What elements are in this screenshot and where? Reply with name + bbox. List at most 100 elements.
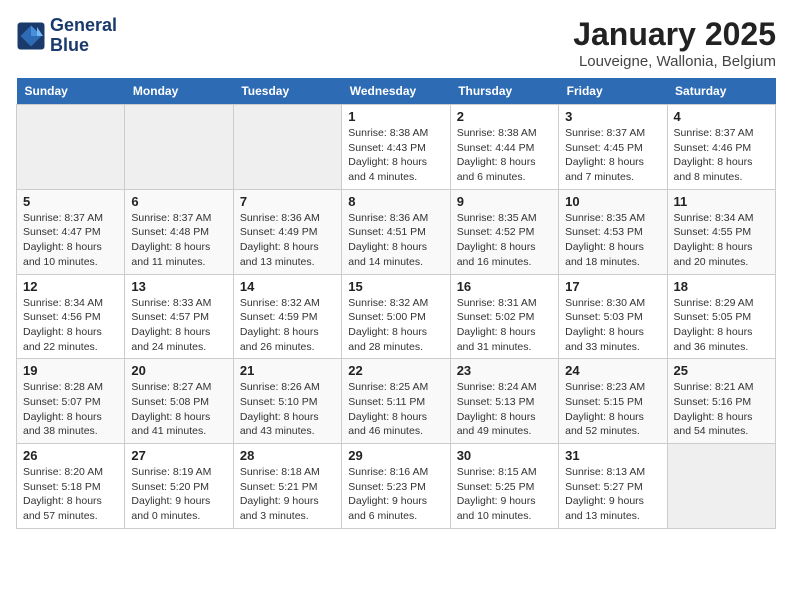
calendar-cell: 17 Sunrise: 8:30 AM Sunset: 5:03 PM Dayli… xyxy=(559,274,667,359)
day-info: Sunrise: 8:26 AM Sunset: 5:10 PM Dayligh… xyxy=(240,380,335,439)
calendar-cell: 8 Sunrise: 8:36 AM Sunset: 4:51 PM Daylig… xyxy=(342,189,450,274)
day-info: Sunrise: 8:27 AM Sunset: 5:08 PM Dayligh… xyxy=(131,380,226,439)
calendar-cell: 29 Sunrise: 8:16 AM Sunset: 5:23 PM Dayli… xyxy=(342,444,450,529)
day-info: Sunrise: 8:25 AM Sunset: 5:11 PM Dayligh… xyxy=(348,380,443,439)
calendar-cell: 3 Sunrise: 8:37 AM Sunset: 4:45 PM Daylig… xyxy=(559,105,667,190)
day-number: 15 xyxy=(348,279,443,294)
day-info: Sunrise: 8:24 AM Sunset: 5:13 PM Dayligh… xyxy=(457,380,552,439)
calendar-cell: 4 Sunrise: 8:37 AM Sunset: 4:46 PM Daylig… xyxy=(667,105,775,190)
day-number: 2 xyxy=(457,109,552,124)
day-info: Sunrise: 8:20 AM Sunset: 5:18 PM Dayligh… xyxy=(23,465,118,524)
calendar-week: 1 Sunrise: 8:38 AM Sunset: 4:43 PM Daylig… xyxy=(17,105,776,190)
calendar-cell: 13Sunrise: 8:33 AM Sunset: 4:57 PM Dayli… xyxy=(125,274,233,359)
day-info: Sunrise: 8:34 AM Sunset: 4:55 PM Dayligh… xyxy=(674,211,769,270)
day-info: Sunrise: 8:30 AM Sunset: 5:03 PM Dayligh… xyxy=(565,296,660,355)
day-number: 13 xyxy=(131,279,226,294)
calendar-cell: 24Sunrise: 8:23 AM Sunset: 5:15 PM Dayli… xyxy=(559,359,667,444)
calendar-cell xyxy=(17,105,125,190)
day-info: Sunrise: 8:16 AM Sunset: 5:23 PM Dayligh… xyxy=(348,465,443,524)
day-info: Sunrise: 8:18 AM Sunset: 5:21 PM Dayligh… xyxy=(240,465,335,524)
day-number: 19 xyxy=(23,363,118,378)
calendar-cell: 27 Sunrise: 8:19 AM Sunset: 5:20 PM Dayli… xyxy=(125,444,233,529)
day-info: Sunrise: 8:37 AM Sunset: 4:46 PM Dayligh… xyxy=(674,126,769,185)
day-number: 31 xyxy=(565,448,660,463)
day-info: Sunrise: 8:28 AM Sunset: 5:07 PM Dayligh… xyxy=(23,380,118,439)
calendar-cell: 20 Sunrise: 8:27 AM Sunset: 5:08 PM Dayli… xyxy=(125,359,233,444)
calendar-cell: 28Sunrise: 8:18 AM Sunset: 5:21 PM Dayli… xyxy=(233,444,341,529)
calendar-cell: 26 Sunrise: 8:20 AM Sunset: 5:18 PM Dayli… xyxy=(17,444,125,529)
calendar-table: SundayMondayTuesdayWednesdayThursdayFrid… xyxy=(16,78,776,529)
calendar-cell: 11 Sunrise: 8:34 AM Sunset: 4:55 PM Dayli… xyxy=(667,189,775,274)
calendar-cell xyxy=(125,105,233,190)
day-number: 20 xyxy=(131,363,226,378)
calendar-cell: 18 Sunrise: 8:29 AM Sunset: 5:05 PM Dayli… xyxy=(667,274,775,359)
calendar-body: 1 Sunrise: 8:38 AM Sunset: 4:43 PM Daylig… xyxy=(17,105,776,529)
day-info: Sunrise: 8:35 AM Sunset: 4:53 PM Dayligh… xyxy=(565,211,660,270)
day-number: 11 xyxy=(674,194,769,209)
day-info: Sunrise: 8:38 AM Sunset: 4:43 PM Dayligh… xyxy=(348,126,443,185)
day-info: Sunrise: 8:29 AM Sunset: 5:05 PM Dayligh… xyxy=(674,296,769,355)
day-number: 7 xyxy=(240,194,335,209)
weekday-header: Thursday xyxy=(450,78,558,105)
calendar-cell: 22Sunrise: 8:25 AM Sunset: 5:11 PM Dayli… xyxy=(342,359,450,444)
weekday-header: Tuesday xyxy=(233,78,341,105)
calendar-cell: 5Sunrise: 8:37 AM Sunset: 4:47 PM Daylig… xyxy=(17,189,125,274)
day-number: 4 xyxy=(674,109,769,124)
calendar-cell: 19 Sunrise: 8:28 AM Sunset: 5:07 PM Dayli… xyxy=(17,359,125,444)
day-info: Sunrise: 8:38 AM Sunset: 4:44 PM Dayligh… xyxy=(457,126,552,185)
calendar-cell xyxy=(667,444,775,529)
day-info: Sunrise: 8:23 AM Sunset: 5:15 PM Dayligh… xyxy=(565,380,660,439)
day-number: 16 xyxy=(457,279,552,294)
calendar-cell: 9Sunrise: 8:35 AM Sunset: 4:52 PM Daylig… xyxy=(450,189,558,274)
weekday-header: Saturday xyxy=(667,78,775,105)
calendar-subtitle: Louveigne, Wallonia, Belgium xyxy=(573,53,776,70)
calendar-cell: 21 Sunrise: 8:26 AM Sunset: 5:10 PM Dayli… xyxy=(233,359,341,444)
day-info: Sunrise: 8:37 AM Sunset: 4:47 PM Dayligh… xyxy=(23,211,118,270)
day-number: 30 xyxy=(457,448,552,463)
day-info: Sunrise: 8:36 AM Sunset: 4:49 PM Dayligh… xyxy=(240,211,335,270)
title-block: January 2025 Louveigne, Wallonia, Belgiu… xyxy=(573,16,776,70)
day-info: Sunrise: 8:32 AM Sunset: 5:00 PM Dayligh… xyxy=(348,296,443,355)
day-number: 1 xyxy=(348,109,443,124)
day-info: Sunrise: 8:31 AM Sunset: 5:02 PM Dayligh… xyxy=(457,296,552,355)
day-number: 18 xyxy=(674,279,769,294)
logo-text: General Blue xyxy=(50,16,117,56)
day-info: Sunrise: 8:19 AM Sunset: 5:20 PM Dayligh… xyxy=(131,465,226,524)
day-number: 17 xyxy=(565,279,660,294)
day-info: Sunrise: 8:37 AM Sunset: 4:48 PM Dayligh… xyxy=(131,211,226,270)
calendar-cell: 10 Sunrise: 8:35 AM Sunset: 4:53 PM Dayli… xyxy=(559,189,667,274)
calendar-cell: 12 Sunrise: 8:34 AM Sunset: 4:56 PM Dayli… xyxy=(17,274,125,359)
day-number: 8 xyxy=(348,194,443,209)
day-info: Sunrise: 8:34 AM Sunset: 4:56 PM Dayligh… xyxy=(23,296,118,355)
calendar-cell: 31 Sunrise: 8:13 AM Sunset: 5:27 PM Dayli… xyxy=(559,444,667,529)
weekday-header: Sunday xyxy=(17,78,125,105)
day-info: Sunrise: 8:21 AM Sunset: 5:16 PM Dayligh… xyxy=(674,380,769,439)
day-number: 3 xyxy=(565,109,660,124)
day-number: 14 xyxy=(240,279,335,294)
day-number: 29 xyxy=(348,448,443,463)
weekday-header: Friday xyxy=(559,78,667,105)
calendar-cell: 30 Sunrise: 8:15 AM Sunset: 5:25 PM Dayli… xyxy=(450,444,558,529)
day-info: Sunrise: 8:15 AM Sunset: 5:25 PM Dayligh… xyxy=(457,465,552,524)
day-info: Sunrise: 8:36 AM Sunset: 4:51 PM Dayligh… xyxy=(348,211,443,270)
day-number: 10 xyxy=(565,194,660,209)
day-number: 21 xyxy=(240,363,335,378)
logo-icon xyxy=(16,21,46,51)
calendar-week: 12 Sunrise: 8:34 AM Sunset: 4:56 PM Dayli… xyxy=(17,274,776,359)
calendar-cell: 23Sunrise: 8:24 AM Sunset: 5:13 PM Dayli… xyxy=(450,359,558,444)
day-info: Sunrise: 8:35 AM Sunset: 4:52 PM Dayligh… xyxy=(457,211,552,270)
calendar-header: SundayMondayTuesdayWednesdayThursdayFrid… xyxy=(17,78,776,105)
calendar-title: January 2025 xyxy=(573,16,776,53)
day-number: 12 xyxy=(23,279,118,294)
day-number: 26 xyxy=(23,448,118,463)
weekday-row: SundayMondayTuesdayWednesdayThursdayFrid… xyxy=(17,78,776,105)
calendar-cell: 1 Sunrise: 8:38 AM Sunset: 4:43 PM Daylig… xyxy=(342,105,450,190)
weekday-header: Monday xyxy=(125,78,233,105)
day-number: 6 xyxy=(131,194,226,209)
calendar-cell: 7 Sunrise: 8:36 AM Sunset: 4:49 PM Daylig… xyxy=(233,189,341,274)
day-info: Sunrise: 8:13 AM Sunset: 5:27 PM Dayligh… xyxy=(565,465,660,524)
day-number: 25 xyxy=(674,363,769,378)
day-number: 27 xyxy=(131,448,226,463)
day-info: Sunrise: 8:37 AM Sunset: 4:45 PM Dayligh… xyxy=(565,126,660,185)
calendar-cell: 6 Sunrise: 8:37 AM Sunset: 4:48 PM Daylig… xyxy=(125,189,233,274)
